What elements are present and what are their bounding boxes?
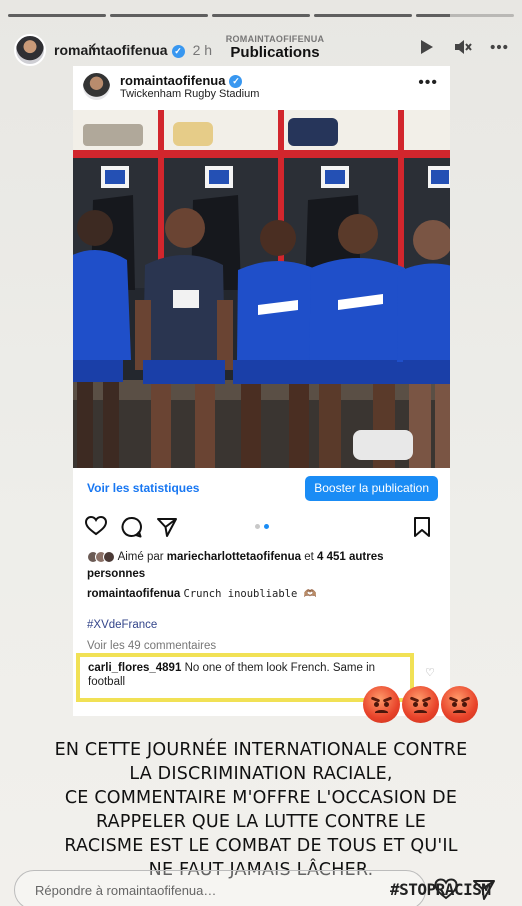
progress-bar: [212, 14, 310, 17]
story-progress: [8, 14, 514, 17]
like-heart-icon[interactable]: [84, 515, 108, 538]
play-icon[interactable]: [418, 38, 436, 56]
angry-emoji-stickers: [363, 686, 478, 723]
story-avatar[interactable]: [14, 34, 46, 66]
post-caption: romaintaofifenua Crunch inoubliable 🫶🏽: [87, 587, 438, 600]
angry-face-icon: [441, 686, 478, 723]
comment: carli_flores_4891 No one of them look Fr…: [88, 661, 402, 689]
reply-placeholder: Répondre à romaintaofifenua…: [35, 882, 217, 898]
progress-bar: [8, 14, 106, 17]
post-user-info: romaintaofifenua ✓ Twickenham Rugby Stadi…: [120, 73, 259, 100]
message-line: RACISME EST LE COMBAT DE TOUS ET QU'IL: [64, 836, 458, 856]
reply-input[interactable]: Répondre à romaintaofifenua…: [14, 870, 426, 906]
progress-bar: [110, 14, 208, 17]
header-subtitle: ROMAINTAOFIFENUA: [225, 34, 325, 44]
angry-face-icon: [363, 686, 400, 723]
progress-bar: [314, 14, 412, 17]
carousel-dot: [264, 524, 269, 529]
carousel-dots: [255, 524, 269, 529]
comment-username[interactable]: carli_flores_4891: [88, 662, 181, 674]
screenshot-header: ROMAINTAOFIFENUA Publications: [204, 34, 346, 61]
more-options-icon[interactable]: [490, 38, 508, 56]
comment-like-icon[interactable]: ♡: [425, 666, 435, 679]
view-comments-link[interactable]: Voir les 49 commentaires: [87, 640, 216, 652]
liked-by-user[interactable]: mariecharlottetaofifenua: [167, 551, 301, 563]
post-location[interactable]: Twickenham Rugby Stadium: [120, 88, 259, 100]
message-line: LA DISCRIMINATION RACIALE,: [129, 764, 393, 784]
post-header: romaintaofifenua ✓ Twickenham Rugby Stadi…: [73, 66, 450, 106]
message-line: RAPPELER QUE LA LUTTE CONTRE LE: [96, 812, 426, 832]
post-actions: [73, 515, 450, 538]
verified-badge-icon: ✓: [171, 45, 185, 58]
chevron-left-icon[interactable]: ‹: [90, 36, 97, 59]
story-username[interactable]: romaintaofifenua ✓: [54, 42, 185, 58]
post-more-icon[interactable]: •••: [418, 74, 438, 92]
likes-summary[interactable]: Aimé par mariecharlottetaofifenua et 4 4…: [87, 550, 438, 581]
liker-avatars: [87, 551, 115, 567]
post-hashtag[interactable]: #XVdeFrance: [87, 619, 157, 631]
message-line: EN CETTE JOURNÉE INTERNATIONALE CONTRE: [54, 740, 468, 760]
view-insights-link[interactable]: Voir les statistiques: [87, 481, 199, 495]
story-controls: [418, 38, 508, 56]
angry-face-icon: [402, 686, 439, 723]
like-story-heart-icon[interactable]: [434, 878, 458, 905]
post-avatar[interactable]: [83, 72, 110, 100]
team-photo-illustration: [73, 110, 450, 468]
boost-post-button[interactable]: Booster la publication: [305, 475, 438, 501]
post-username[interactable]: romaintaofifenua ✓: [120, 73, 259, 88]
post-stats-row: Voir les statistiques Booster la publica…: [73, 473, 450, 503]
embedded-post: romaintaofifenua ✓ Twickenham Rugby Stadi…: [73, 66, 450, 716]
header-title: Publications: [230, 44, 320, 61]
mute-icon[interactable]: [454, 38, 472, 56]
progress-bar: [416, 14, 514, 17]
share-send-icon[interactable]: [156, 516, 178, 538]
bookmark-icon[interactable]: [413, 516, 435, 538]
verified-badge-icon: ✓: [229, 74, 243, 88]
caption-username[interactable]: romaintaofifenua: [87, 588, 180, 600]
story-header: romaintaofifenua ✓ 2 h ‹ ROMAINTAOFIFENUA…: [14, 32, 508, 68]
comment-bubble-icon[interactable]: [120, 516, 142, 538]
story-message: EN CETTE JOURNÉE INTERNATIONALE CONTRE L…: [30, 738, 492, 882]
send-message-icon[interactable]: [472, 879, 496, 906]
caption-text: Crunch inoubliable 🫶🏽: [183, 588, 317, 600]
message-line: CE COMMENTAIRE M'OFFRE L'OCCASION DE: [64, 788, 458, 808]
post-photo[interactable]: [73, 110, 450, 468]
carousel-dot: [255, 524, 260, 529]
